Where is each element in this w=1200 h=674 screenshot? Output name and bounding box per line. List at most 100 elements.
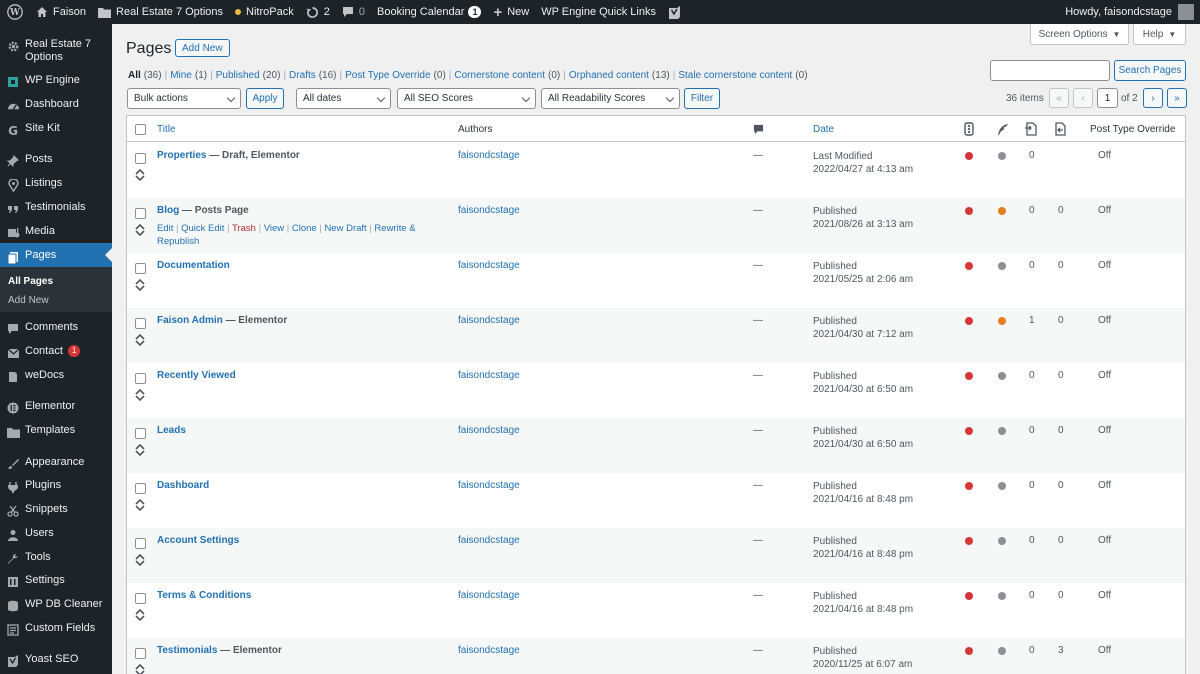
page-title-link[interactable]: Documentation	[157, 260, 230, 271]
drag-sort-icon[interactable]	[133, 278, 147, 292]
drag-sort-icon[interactable]	[133, 608, 147, 622]
account-menu[interactable]: Howdy, faisondcstage	[1059, 0, 1200, 24]
view-orphaned-content[interactable]: Orphaned content	[569, 70, 649, 81]
comments-column-icon[interactable]	[753, 116, 764, 142]
help-button[interactable]: Help ▼	[1133, 24, 1186, 45]
sidebar-item-wedocs[interactable]: weDocs	[0, 369, 112, 384]
add-new-page-button[interactable]: Add New	[175, 39, 230, 57]
view-all[interactable]: All	[128, 70, 141, 81]
page-title-link[interactable]: Dashboard	[157, 480, 209, 491]
prev-page-button[interactable]: ‹	[1073, 88, 1093, 108]
sidebar-item-custom-fields[interactable]: Custom Fields	[0, 622, 112, 637]
readability-score-select[interactable]: All Readability Scores	[541, 88, 680, 109]
row-checkbox[interactable]	[135, 593, 146, 604]
sidebar-item-templates[interactable]: Templates	[0, 424, 112, 439]
author-link[interactable]: faisondcstage	[458, 645, 520, 656]
booking-calendar-link[interactable]: Booking Calendar 1	[371, 0, 487, 24]
updates-link[interactable]: 2	[300, 0, 336, 24]
author-link[interactable]: faisondcstage	[458, 370, 520, 381]
drag-sort-icon[interactable]	[133, 443, 147, 457]
sidebar-item-elementor[interactable]: Elementor	[0, 400, 112, 415]
seo-score-select[interactable]: All SEO Scores	[397, 88, 536, 109]
page-title-link[interactable]: Leads	[157, 425, 186, 436]
view-post-type-override[interactable]: Post Type Override	[345, 70, 430, 81]
page-title-link[interactable]: Properties	[157, 150, 206, 161]
row-checkbox[interactable]	[135, 153, 146, 164]
sidebar-item-settings[interactable]: Settings	[0, 574, 112, 589]
sidebar-item-wp-engine[interactable]: WP Engine	[0, 74, 112, 89]
wp-engine-quick-links[interactable]: WP Engine Quick Links	[535, 0, 662, 24]
screen-options-button[interactable]: Screen Options ▼	[1030, 24, 1129, 45]
row-checkbox[interactable]	[135, 208, 146, 219]
site-name-link[interactable]: Faison	[30, 0, 92, 24]
search-pages-button[interactable]: Search Pages	[1114, 60, 1186, 81]
sidebar-item-wp-db-cleaner[interactable]: WP DB Cleaner	[0, 598, 112, 613]
author-link[interactable]: faisondcstage	[458, 260, 520, 271]
drag-sort-icon[interactable]	[133, 168, 147, 182]
clone-link[interactable]: Clone	[292, 223, 317, 234]
wordpress-logo-icon[interactable]: W	[0, 0, 30, 24]
view-stale-cornerstone-content[interactable]: Stale cornerstone content	[678, 70, 792, 81]
sidebar-item-contact[interactable]: Contact 1	[0, 345, 112, 360]
sidebar-item-users[interactable]: Users	[0, 527, 112, 542]
incoming-links-column-icon[interactable]	[1053, 116, 1067, 142]
sidebar-item-media[interactable]: Media	[0, 225, 112, 240]
author-link[interactable]: faisondcstage	[458, 315, 520, 326]
quick-edit-link[interactable]: Quick Edit	[181, 223, 224, 234]
row-checkbox[interactable]	[135, 263, 146, 274]
author-link[interactable]: faisondcstage	[458, 205, 520, 216]
row-checkbox[interactable]	[135, 648, 146, 659]
row-checkbox[interactable]	[135, 428, 146, 439]
row-checkbox[interactable]	[135, 373, 146, 384]
row-checkbox[interactable]	[135, 538, 146, 549]
page-title-link[interactable]: Testimonials	[157, 645, 217, 656]
drag-sort-icon[interactable]	[133, 223, 147, 237]
view-cornerstone-content[interactable]: Cornerstone content	[454, 70, 545, 81]
submenu-all-pages[interactable]: All Pages	[0, 276, 53, 287]
drag-sort-icon[interactable]	[133, 663, 147, 674]
sidebar-item-snippets[interactable]: Snippets	[0, 503, 112, 518]
new-content-link[interactable]: + New	[487, 0, 535, 24]
filter-button[interactable]: Filter	[684, 88, 720, 109]
view-link[interactable]: View	[264, 223, 284, 234]
row-checkbox[interactable]	[135, 318, 146, 329]
sidebar-item-pages[interactable]: Pages	[0, 243, 112, 267]
page-title-link[interactable]: Faison Admin	[157, 315, 223, 326]
sidebar-item-plugins[interactable]: Plugins	[0, 479, 112, 494]
sidebar-item-listings[interactable]: Listings	[0, 177, 112, 192]
current-page-input[interactable]: 1	[1097, 88, 1118, 108]
author-link[interactable]: faisondcstage	[458, 590, 520, 601]
view-published[interactable]: Published	[216, 70, 260, 81]
sidebar-item-site-kit[interactable]: G Site Kit	[0, 122, 112, 137]
sidebar-item-real-estate-7-options[interactable]: Real Estate 7 Options	[0, 38, 112, 64]
next-page-button[interactable]: ›	[1143, 88, 1163, 108]
page-title-link[interactable]: Recently Viewed	[157, 370, 236, 381]
select-all-checkbox[interactable]	[135, 116, 146, 142]
sidebar-item-comments[interactable]: Comments	[0, 321, 112, 336]
row-checkbox[interactable]	[135, 483, 146, 494]
bulk-actions-select[interactable]: Bulk actions	[127, 88, 241, 109]
author-link[interactable]: faisondcstage	[458, 150, 520, 161]
date-sort-link[interactable]: Date	[813, 124, 834, 135]
title-sort-link[interactable]: Title	[157, 124, 176, 135]
theme-options-link[interactable]: Real Estate 7 Options	[92, 0, 229, 24]
sidebar-item-posts[interactable]: Posts	[0, 153, 112, 168]
drag-sort-icon[interactable]	[133, 498, 147, 512]
page-title-link[interactable]: Account Settings	[157, 535, 239, 546]
outgoing-links-column-icon[interactable]	[1024, 116, 1038, 142]
view-mine[interactable]: Mine	[170, 70, 192, 81]
readability-column-icon[interactable]	[996, 116, 1009, 142]
view-drafts[interactable]: Drafts	[289, 70, 316, 81]
drag-sort-icon[interactable]	[133, 388, 147, 402]
nitropack-link[interactable]: NitroPack	[229, 0, 300, 24]
last-page-button[interactable]: »	[1167, 88, 1187, 108]
search-input[interactable]	[990, 60, 1110, 81]
page-title-link[interactable]: Terms & Conditions	[157, 590, 251, 601]
author-link[interactable]: faisondcstage	[458, 480, 520, 491]
apply-button[interactable]: Apply	[246, 88, 284, 109]
page-title-link[interactable]: Blog	[157, 205, 179, 216]
trash-link[interactable]: Trash	[232, 223, 256, 234]
comments-link[interactable]: 0	[336, 0, 371, 24]
drag-sort-icon[interactable]	[133, 333, 147, 347]
submenu-add-new[interactable]: Add New	[0, 295, 49, 306]
